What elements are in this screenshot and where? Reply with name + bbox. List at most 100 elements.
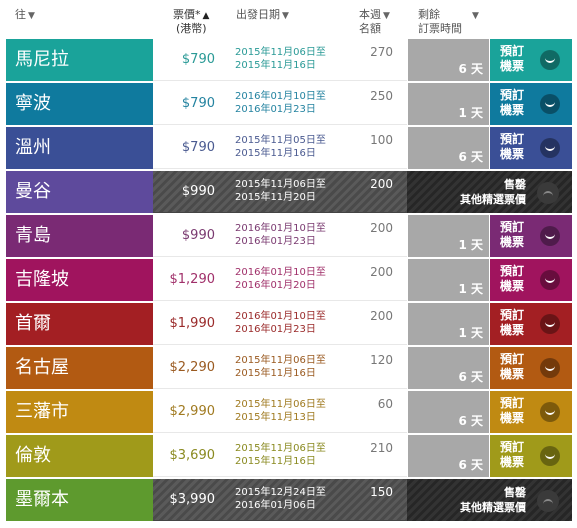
destination-cell[interactable]: 墨爾本 (6, 479, 153, 521)
travel-dates: 2015年12月24日至 2016年01月06日 (235, 486, 326, 512)
quota-sub-label: 名額 (359, 22, 381, 35)
price-label: 票價* (173, 8, 201, 21)
remaining-time-cell: 6 天 (407, 127, 489, 169)
fare-price: $2,290 (169, 360, 216, 375)
fare-details: $1,290 2016年01月10日至 2016年01月20日 200 (153, 259, 407, 301)
travel-dates: 2015年11月06日至 2015年11月16日 (235, 442, 326, 468)
table-row[interactable]: 青島 $990 2016年01月10日至 2016年01月23日 200 1 天 預訂 機票 (6, 215, 572, 257)
book-label-line1: 預訂 (500, 220, 525, 234)
remaining-days: 6 天 (458, 150, 483, 164)
date-from: 2015年11月06日至 (235, 47, 326, 58)
sold-out-panel[interactable]: 售罄 其他精選票價 (407, 171, 572, 213)
destination-cell[interactable]: 寧波 (6, 83, 153, 125)
book-ticket-label: 預訂 機票 (500, 440, 524, 470)
book-ticket-label: 預訂 機票 (500, 264, 524, 294)
date-from: 2015年11月06日至 (235, 355, 326, 366)
table-row[interactable]: 三藩市 $2,990 2015年11月06日至 2015年11月13日 60 6 天 預訂機… (6, 391, 572, 433)
table-row[interactable]: 曼谷 $990 2015年11月06日至 2015年11月20日 200 售罄 其他精選票價 (6, 171, 572, 213)
sold-out-text: 售罄 (504, 178, 526, 191)
destination-name: 倫敦 (15, 445, 51, 466)
weekly-quota: 270 (370, 45, 393, 59)
destination-cell[interactable]: 首爾 (6, 303, 153, 345)
book-ticket-button[interactable]: 預訂 機票 (490, 83, 572, 125)
table-row[interactable]: 寧波 $790 2016年01月10日至 2016年01月23日 250 1 天 預訂 機票 (6, 83, 572, 125)
sold-out-panel[interactable]: 售罄 其他精選票價 (407, 479, 572, 521)
book-ticket-button[interactable]: 預訂 機票 (490, 347, 572, 389)
destination-cell[interactable]: 馬尼拉 (6, 39, 153, 81)
book-ticket-button[interactable]: 預訂 機票 (490, 435, 572, 477)
column-header-price[interactable]: 票價* ▲ (173, 8, 209, 23)
book-ticket-button[interactable]: 預訂 機票 (490, 303, 572, 345)
fare-price: $2,990 (169, 404, 216, 419)
table-row[interactable]: 馬尼拉 $790 2015年11月06日至 2015年11月16日 270 6 天 預訂 機票 (6, 39, 572, 81)
fare-price: $1,290 (169, 272, 216, 287)
book-label-line2: 機票 (500, 323, 525, 337)
table-row[interactable]: 墨爾本 $3,990 2015年12月24日至 2016年01月06日 150 售罄 其他精… (6, 479, 572, 521)
travel-dates: 2016年01月10日至 2016年01月20日 (235, 266, 326, 292)
weekly-quota: 200 (370, 221, 393, 235)
destination-cell[interactable]: 倫敦 (6, 435, 153, 477)
date-from: 2015年11月06日至 (235, 179, 326, 190)
book-label-line2: 機票 (500, 279, 525, 293)
fare-details: $790 2015年11月06日至 2015年11月16日 270 (153, 39, 407, 81)
book-ticket-button[interactable]: 預訂 機票 (490, 391, 572, 433)
fare-details: $790 2015年11月05日至 2015年11月16日 100 (153, 127, 407, 169)
book-ticket-button[interactable]: 預訂 機票 (490, 259, 572, 301)
date-to: 2016年01月06日 (235, 500, 316, 511)
table-row[interactable]: 倫敦 $3,690 2015年11月06日至 2015年11月16日 210 6 天 預訂機… (6, 435, 572, 477)
fare-price: $790 (181, 96, 215, 111)
column-header-quota[interactable]: 本週 ▼ (359, 8, 390, 23)
book-ticket-button[interactable]: 預訂 機票 (490, 215, 572, 257)
smile-icon (540, 94, 560, 114)
column-header-destination[interactable]: 往 ▼ (15, 8, 35, 23)
destination-name: 青島 (15, 225, 51, 246)
table-row[interactable]: 溫州 $790 2015年11月05日至 2015年11月16日 100 6 天 預訂 機票 (6, 127, 572, 169)
date-to: 2016年01月23日 (235, 324, 316, 335)
date-from: 2015年11月05日至 (235, 135, 326, 146)
destination-cell[interactable]: 名古屋 (6, 347, 153, 389)
destination-cell[interactable]: 吉隆坡 (6, 259, 153, 301)
book-label-line2: 機票 (500, 411, 525, 425)
book-ticket-button[interactable]: 預訂 機票 (490, 39, 572, 81)
fare-price: $790 (181, 140, 215, 155)
book-label-line1: 預訂 (500, 308, 525, 322)
sold-out-label: 售罄 其他精選票價 (460, 485, 526, 515)
destination-name: 寧波 (15, 93, 51, 114)
fare-details: $2,290 2015年11月06日至 2015年11月16日 120 (153, 347, 407, 389)
destination-name: 墨爾本 (15, 489, 69, 510)
remaining-time-cell: 1 天 (407, 259, 489, 301)
destination-name: 三藩市 (15, 401, 69, 422)
date-from: 2015年11月06日至 (235, 399, 326, 410)
fare-price: $3,990 (169, 492, 216, 507)
weekly-quota: 210 (370, 441, 393, 455)
sold-out-text: 售罄 (504, 486, 526, 499)
destination-cell[interactable]: 青島 (6, 215, 153, 257)
date-from: 2015年11月06日至 (235, 443, 326, 454)
sold-out-label: 售罄 其他精選票價 (460, 177, 526, 207)
fare-details: $1,990 2016年01月10日至 2016年01月23日 200 (153, 303, 407, 345)
destination-label: 往 (15, 8, 26, 21)
table-row[interactable]: 名古屋 $2,290 2015年11月06日至 2015年11月16日 120 6 天 預訂… (6, 347, 572, 389)
remaining-time-cell: 6 天 (407, 391, 489, 433)
fare-details: $3,990 2015年12月24日至 2016年01月06日 150 (153, 479, 407, 521)
date-to: 2016年01月23日 (235, 104, 316, 115)
date-from: 2015年12月24日至 (235, 487, 326, 498)
column-header-remaining[interactable]: 剩餘 ▼ (418, 8, 479, 23)
book-ticket-label: 預訂 機票 (500, 396, 524, 426)
column-header-date[interactable]: 出發日期 ▼ (236, 8, 289, 23)
book-label-line2: 機票 (500, 235, 525, 249)
remaining-days: 1 天 (458, 326, 483, 340)
date-from: 2016年01月10日至 (235, 91, 326, 102)
book-ticket-button[interactable]: 預訂 機票 (490, 127, 572, 169)
book-label-line2: 機票 (500, 455, 525, 469)
fare-price: $790 (181, 52, 215, 67)
remaining-time-cell: 6 天 (407, 39, 489, 81)
fare-price: $990 (181, 228, 215, 243)
smile-icon (540, 226, 560, 246)
table-row[interactable]: 首爾 $1,990 2016年01月10日至 2016年01月23日 200 1 天 預訂機… (6, 303, 572, 345)
destination-cell[interactable]: 三藩市 (6, 391, 153, 433)
destination-cell[interactable]: 曼谷 (6, 171, 153, 213)
destination-cell[interactable]: 溫州 (6, 127, 153, 169)
table-row[interactable]: 吉隆坡 $1,290 2016年01月10日至 2016年01月20日 200 1 天 預訂… (6, 259, 572, 301)
book-label-line2: 機票 (500, 367, 525, 381)
